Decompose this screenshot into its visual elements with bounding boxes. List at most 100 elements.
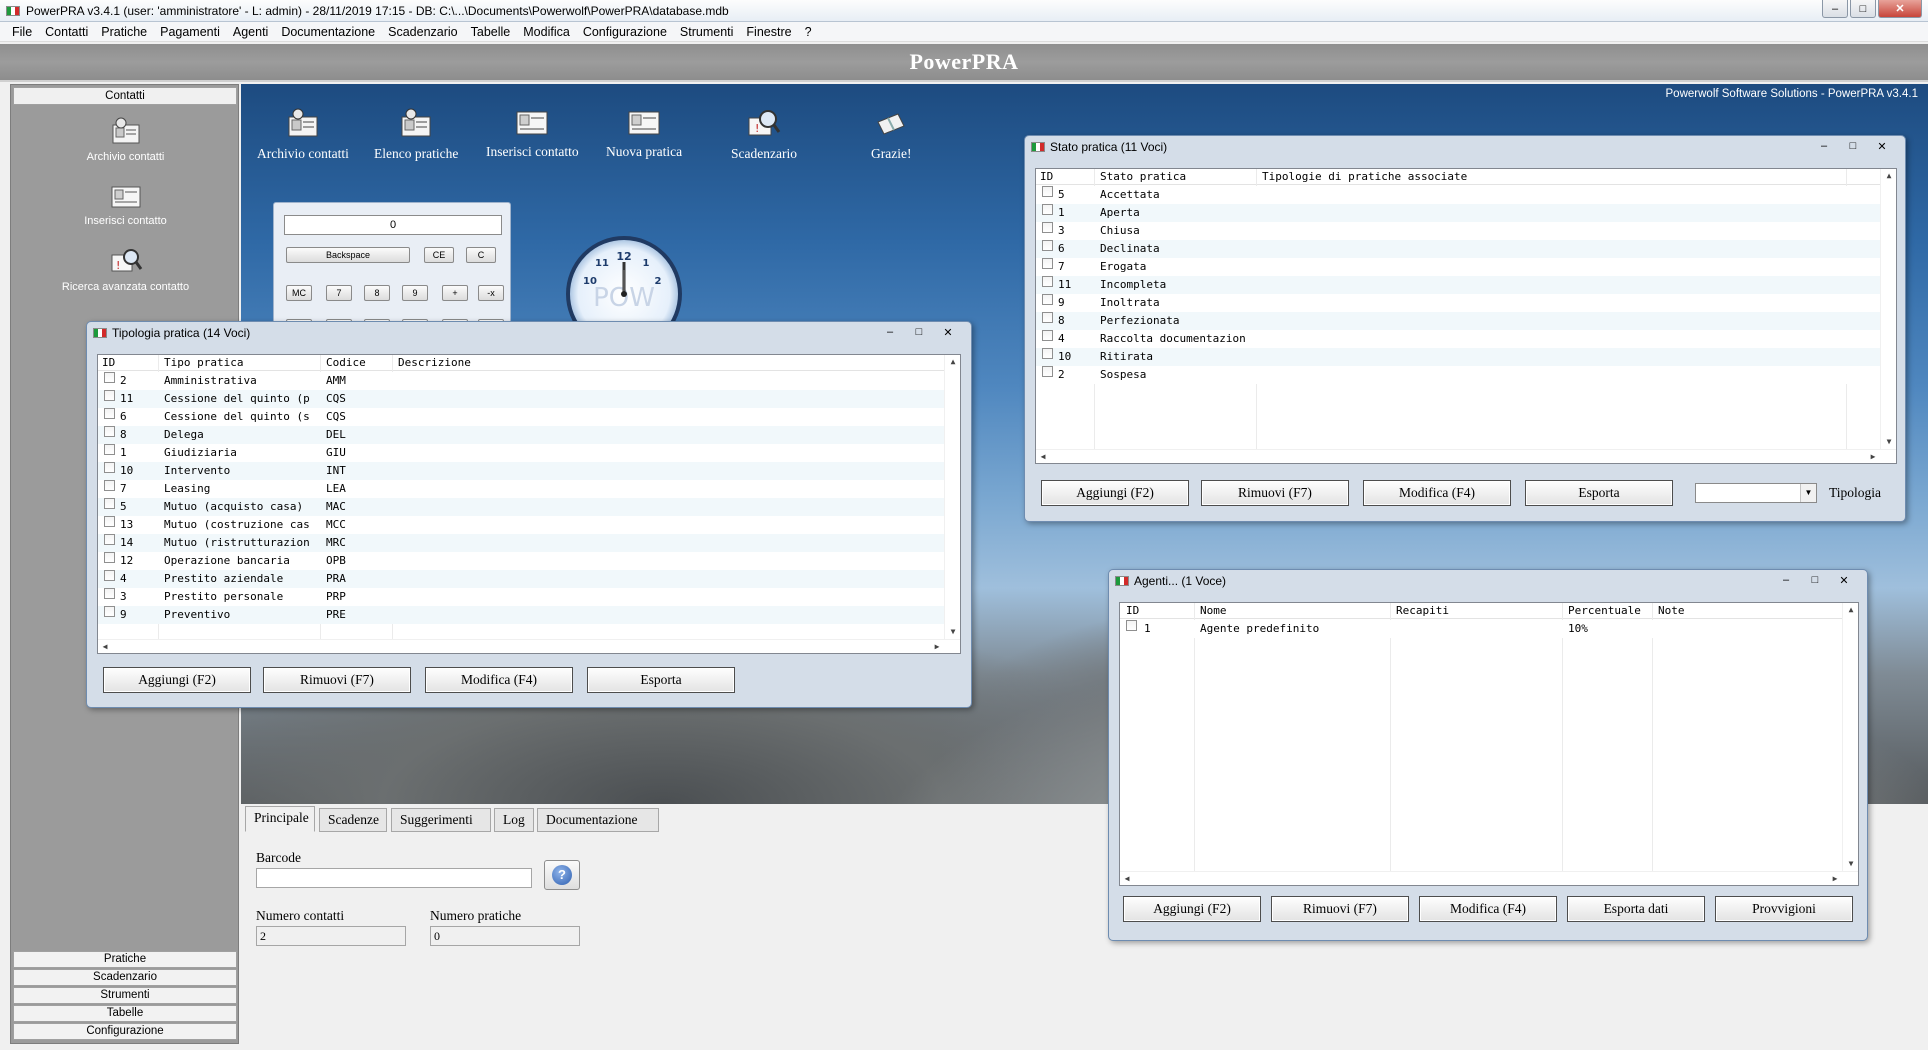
shortcut-nuova-pratica[interactable]: Nuova pratica [606,108,682,160]
menu-agenti[interactable]: Agenti [233,25,268,39]
tab-documentazione[interactable]: Documentazione [537,808,659,832]
scroll-up-icon[interactable]: ▲ [1881,169,1896,183]
row-checkbox[interactable] [104,426,115,437]
menu-contatti[interactable]: Contatti [45,25,88,39]
maximize-button[interactable]: □ [1802,572,1828,588]
tipologia-rimuovi-button[interactable]: Rimuovi (F7) [263,667,411,693]
table-row[interactable]: 4 Prestito aziendale PRA [98,570,944,588]
restore-button[interactable]: □ [906,324,932,340]
col-nome[interactable]: Nome [1200,603,1227,619]
maximize-button[interactable]: □ [1850,0,1876,18]
table-row[interactable]: 7 Leasing LEA [98,480,944,498]
col-recapiti[interactable]: Recapiti [1396,603,1449,619]
stato-grid[interactable]: ID Stato pratica Tipologie di pratiche a… [1035,168,1897,464]
table-row[interactable]: 3 Chiusa [1036,222,1880,240]
col-note[interactable]: Note [1658,603,1685,619]
tipologia-grid[interactable]: ID Tipo pratica Codice Descrizione 2 Ammi… [97,354,961,654]
row-checkbox[interactable] [1042,258,1053,269]
nav-scadenzario[interactable]: Scadenzario [13,969,237,986]
menu-configurazione[interactable]: Configurazione [583,25,667,39]
table-row[interactable]: 3 Prestito personale PRP [98,588,944,606]
minimize-button[interactable]: – [877,324,903,340]
calc-8-button[interactable]: 8 [364,285,390,301]
agenti-esporta-dati-button[interactable]: Esporta dati [1567,896,1705,922]
scroll-left-icon[interactable]: ◀ [1036,450,1050,463]
close-button[interactable]: ✕ [1831,572,1857,588]
table-row[interactable]: 10 Ritirata [1036,348,1880,366]
menu-scadenzario[interactable]: Scadenzario [388,25,458,39]
scroll-right-icon[interactable]: ▶ [1828,872,1842,885]
col-id[interactable]: ID [102,355,115,371]
calc-backspace-button[interactable]: Backspace [286,247,410,263]
agenti-provvigioni-button[interactable]: Provvigioni [1715,896,1853,922]
left-item-inserisci-contatto[interactable]: Inserisci contatto [11,183,240,227]
row-checkbox[interactable] [104,462,115,473]
table-row[interactable]: 9 Inoltrata [1036,294,1880,312]
tipologia-modifica-button[interactable]: Modifica (F4) [425,667,573,693]
menu-modifica[interactable]: Modifica [523,25,570,39]
row-checkbox[interactable] [1042,276,1053,287]
scroll-left-icon[interactable]: ◀ [1120,872,1134,885]
calc-ce-button[interactable]: CE [424,247,454,263]
chevron-down-icon[interactable]: ▼ [1800,484,1816,502]
agenti-grid[interactable]: ID Nome Recapiti Percentuale Note 1 Agent… [1119,602,1859,886]
tipologia-esporta-button[interactable]: Esporta [587,667,735,693]
row-checkbox[interactable] [104,480,115,491]
menu-pratiche[interactable]: Pratiche [101,25,147,39]
table-row[interactable]: 11 Cessione del quinto (p CQS [98,390,944,408]
minimize-button[interactable]: – [1822,0,1848,18]
agenti-rimuovi-button[interactable]: Rimuovi (F7) [1271,896,1409,922]
close-button[interactable]: ✕ [1869,138,1895,154]
row-checkbox[interactable] [104,588,115,599]
col-stato-pratica[interactable]: Stato pratica [1100,169,1186,185]
scroll-up-icon[interactable]: ▲ [945,355,960,369]
table-row[interactable]: 11 Incompleta [1036,276,1880,294]
nav-pratiche[interactable]: Pratiche [13,951,237,968]
row-checkbox[interactable] [104,516,115,527]
col-percentuale[interactable]: Percentuale [1568,603,1641,619]
minimize-button[interactable]: – [1811,138,1837,154]
row-checkbox[interactable] [1042,240,1053,251]
stato-modifica-button[interactable]: Modifica (F4) [1363,480,1511,506]
menu-pagamenti[interactable]: Pagamenti [160,25,220,39]
table-row[interactable]: 6 Declinata [1036,240,1880,258]
row-checkbox[interactable] [1042,204,1053,215]
shortcut-archivio-contatti[interactable]: Archivio contatti [257,108,349,162]
table-row[interactable]: 5 Mutuo (acquisto casa) MAC [98,498,944,516]
row-checkbox[interactable] [1126,620,1137,631]
calc-negate-button[interactable]: -x [478,285,504,301]
nav-strumenti[interactable]: Strumenti [13,987,237,1004]
table-row[interactable]: 10 Intervento INT [98,462,944,480]
stato-rimuovi-button[interactable]: Rimuovi (F7) [1201,480,1349,506]
tab-log[interactable]: Log [494,808,534,832]
row-checkbox[interactable] [104,552,115,563]
table-row[interactable]: 7 Erogata [1036,258,1880,276]
col-id[interactable]: ID [1126,603,1139,619]
vertical-scrollbar[interactable]: ▲ ▼ [944,355,960,639]
left-item-archivio-contatti[interactable]: Archivio contatti [11,117,240,163]
table-row[interactable]: 13 Mutuo (costruzione cas MCC [98,516,944,534]
shortcut-elenco-pratiche[interactable]: Elenco pratiche [374,108,458,162]
row-checkbox[interactable] [104,408,115,419]
calc-7-button[interactable]: 7 [326,285,352,301]
table-row[interactable]: 1 Aperta [1036,204,1880,222]
scroll-right-icon[interactable]: ▶ [1866,450,1880,463]
agenti-modifica-button[interactable]: Modifica (F4) [1419,896,1557,922]
tab-principale[interactable]: Principale [245,806,315,832]
row-checkbox[interactable] [1042,348,1053,359]
table-row[interactable]: 1 Agente predefinito 10% [1120,620,1842,638]
left-panel-header[interactable]: Contatti [13,87,237,105]
calc-mc-button[interactable]: MC [286,285,312,301]
horizontal-scrollbar[interactable]: ◀ ▶ [98,639,960,653]
table-row[interactable]: 9 Preventivo PRE [98,606,944,624]
nav-configurazione[interactable]: Configurazione [13,1023,237,1040]
help-button[interactable]: ? [544,860,580,890]
row-checkbox[interactable] [104,498,115,509]
scroll-up-icon[interactable]: ▲ [1843,603,1858,617]
scroll-down-icon[interactable]: ▼ [945,625,960,639]
stato-esporta-button[interactable]: Esporta [1525,480,1673,506]
vertical-scrollbar[interactable]: ▲ ▼ [1880,169,1896,449]
shortcut-grazie[interactable]: Grazie! [871,108,911,162]
tab-scadenze[interactable]: Scadenze [319,808,387,832]
scroll-right-icon[interactable]: ▶ [930,640,944,653]
